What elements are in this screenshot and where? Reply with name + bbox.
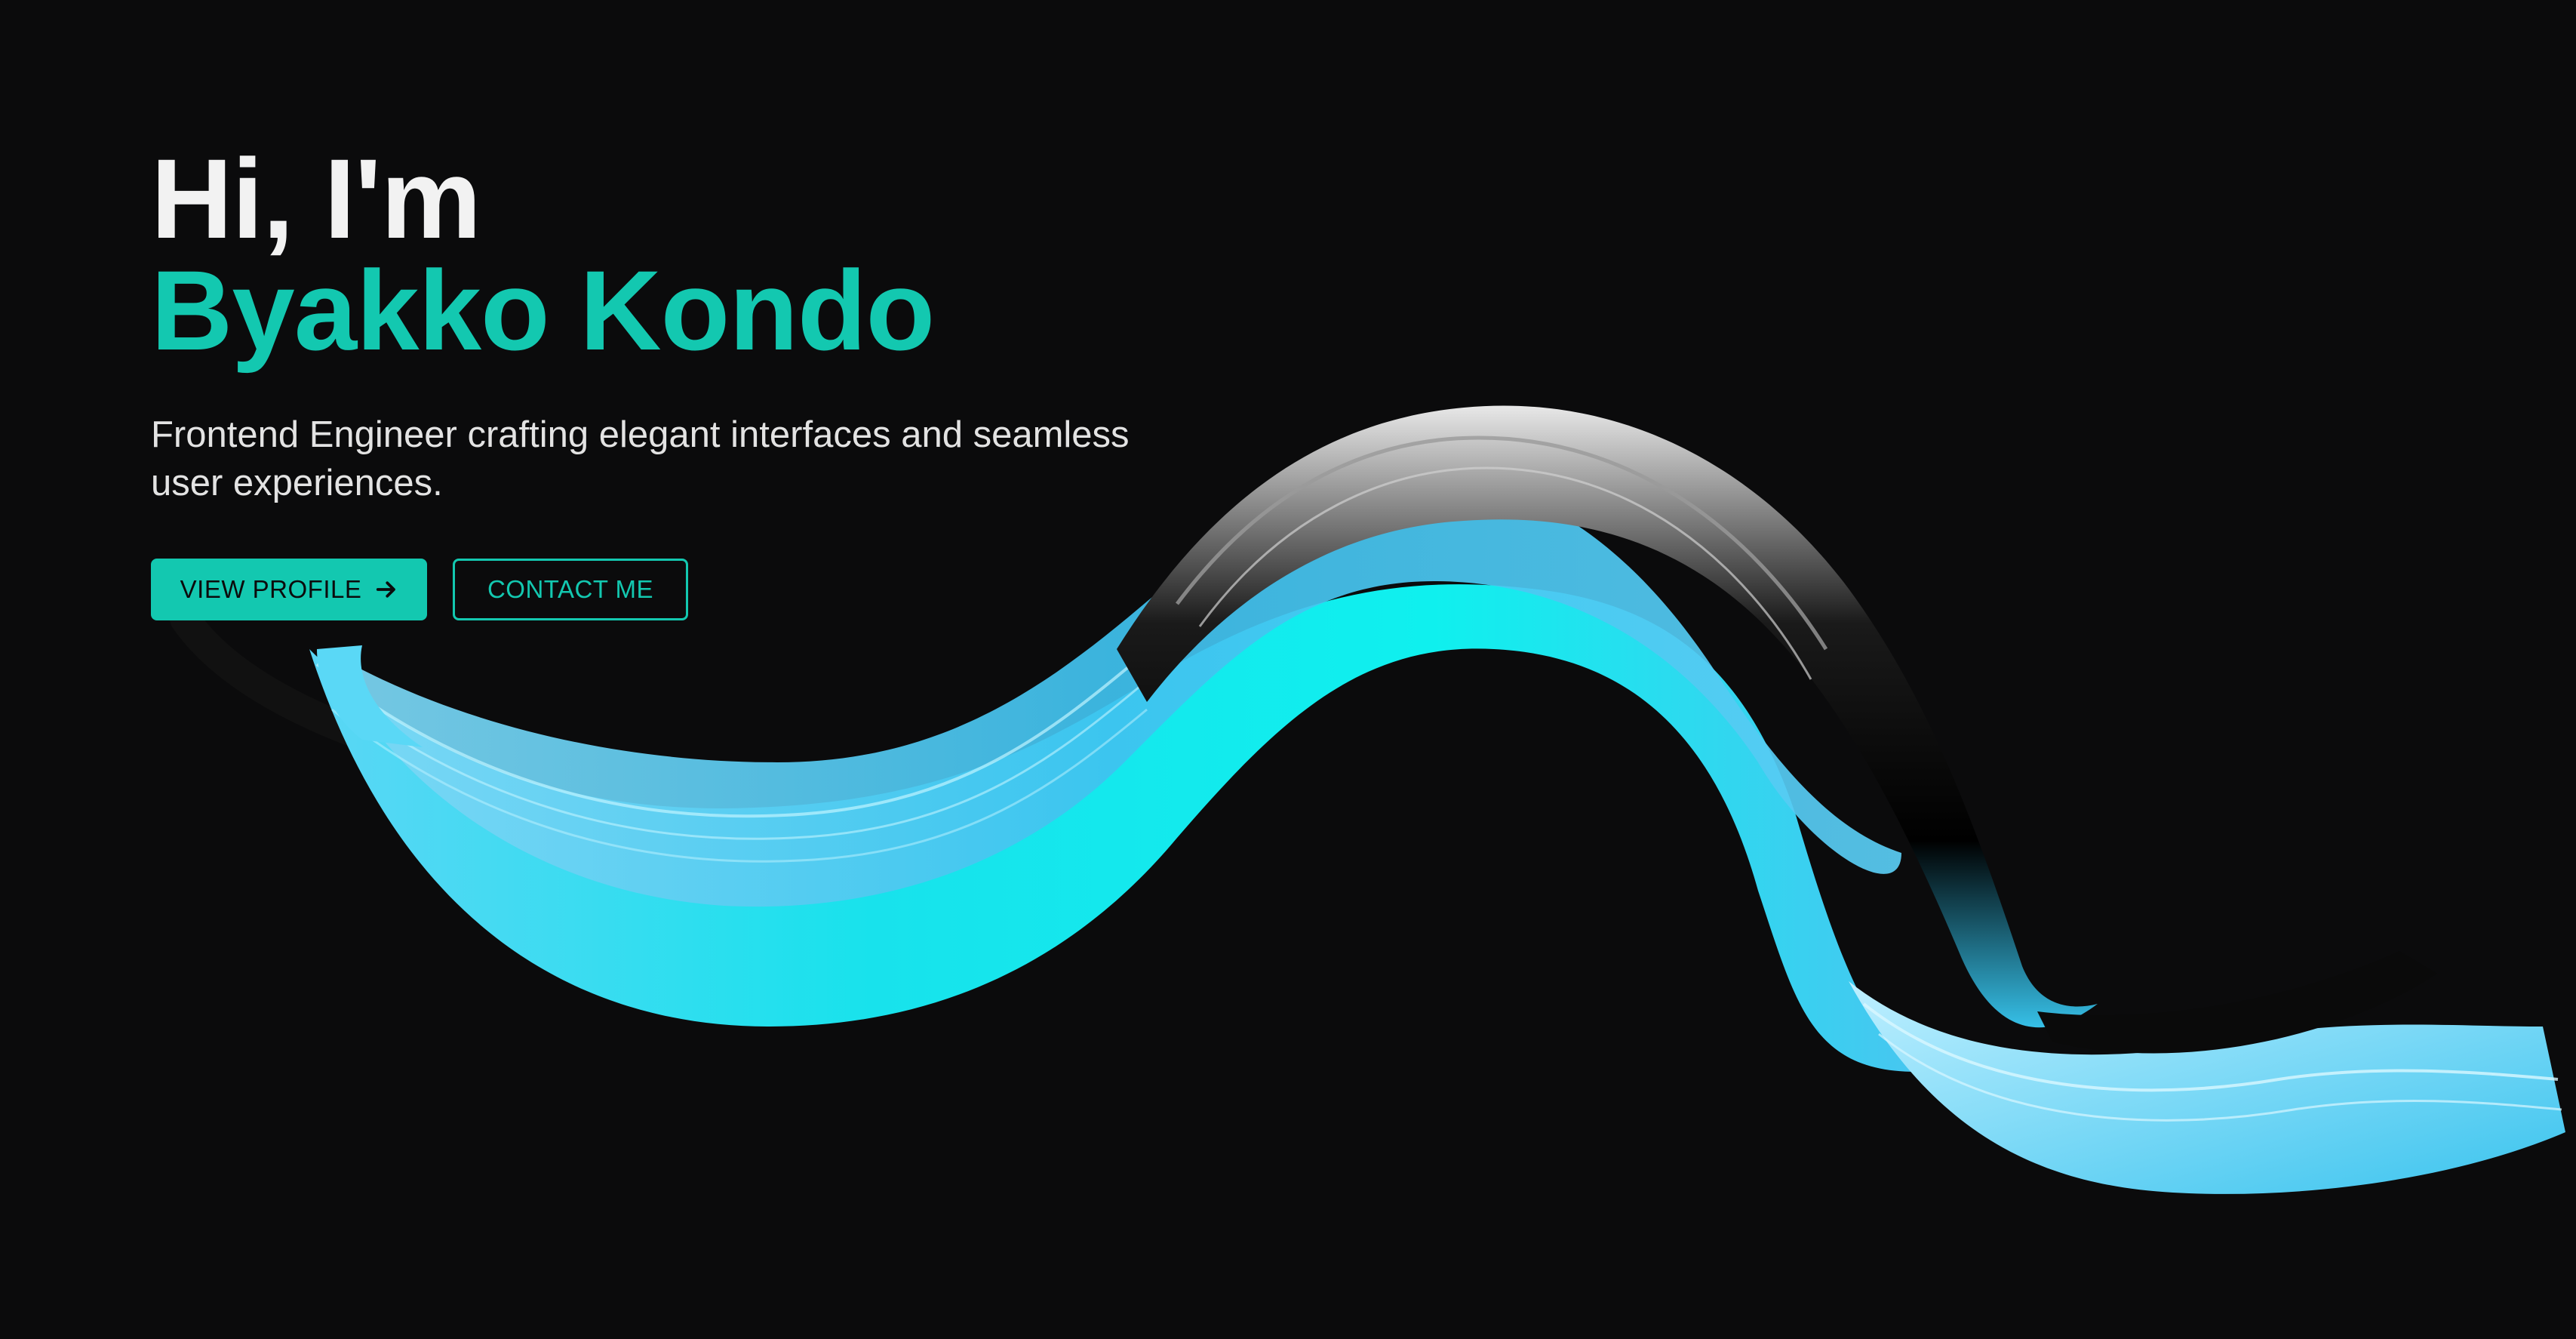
- view-profile-label: VIEW PROFILE: [180, 575, 362, 603]
- view-profile-button[interactable]: VIEW PROFILE: [151, 559, 427, 620]
- name-heading: Byakko Kondo: [151, 247, 935, 374]
- greeting-heading: Hi, I'm: [151, 135, 481, 262]
- contact-me-button[interactable]: CONTACT ME: [453, 559, 688, 620]
- tagline-text: Frontend Engineer crafting elegant inter…: [151, 414, 1130, 503]
- contact-me-label: CONTACT ME: [487, 575, 654, 603]
- hero-actions: VIEW PROFILE CONTACT ME: [151, 559, 1283, 620]
- arrow-right-icon: [377, 581, 396, 598]
- hero-page: Hi, I'm Byakko Kondo Frontend Engineer c…: [0, 0, 2576, 1339]
- hero-section: Hi, I'm Byakko Kondo Frontend Engineer c…: [151, 135, 1283, 620]
